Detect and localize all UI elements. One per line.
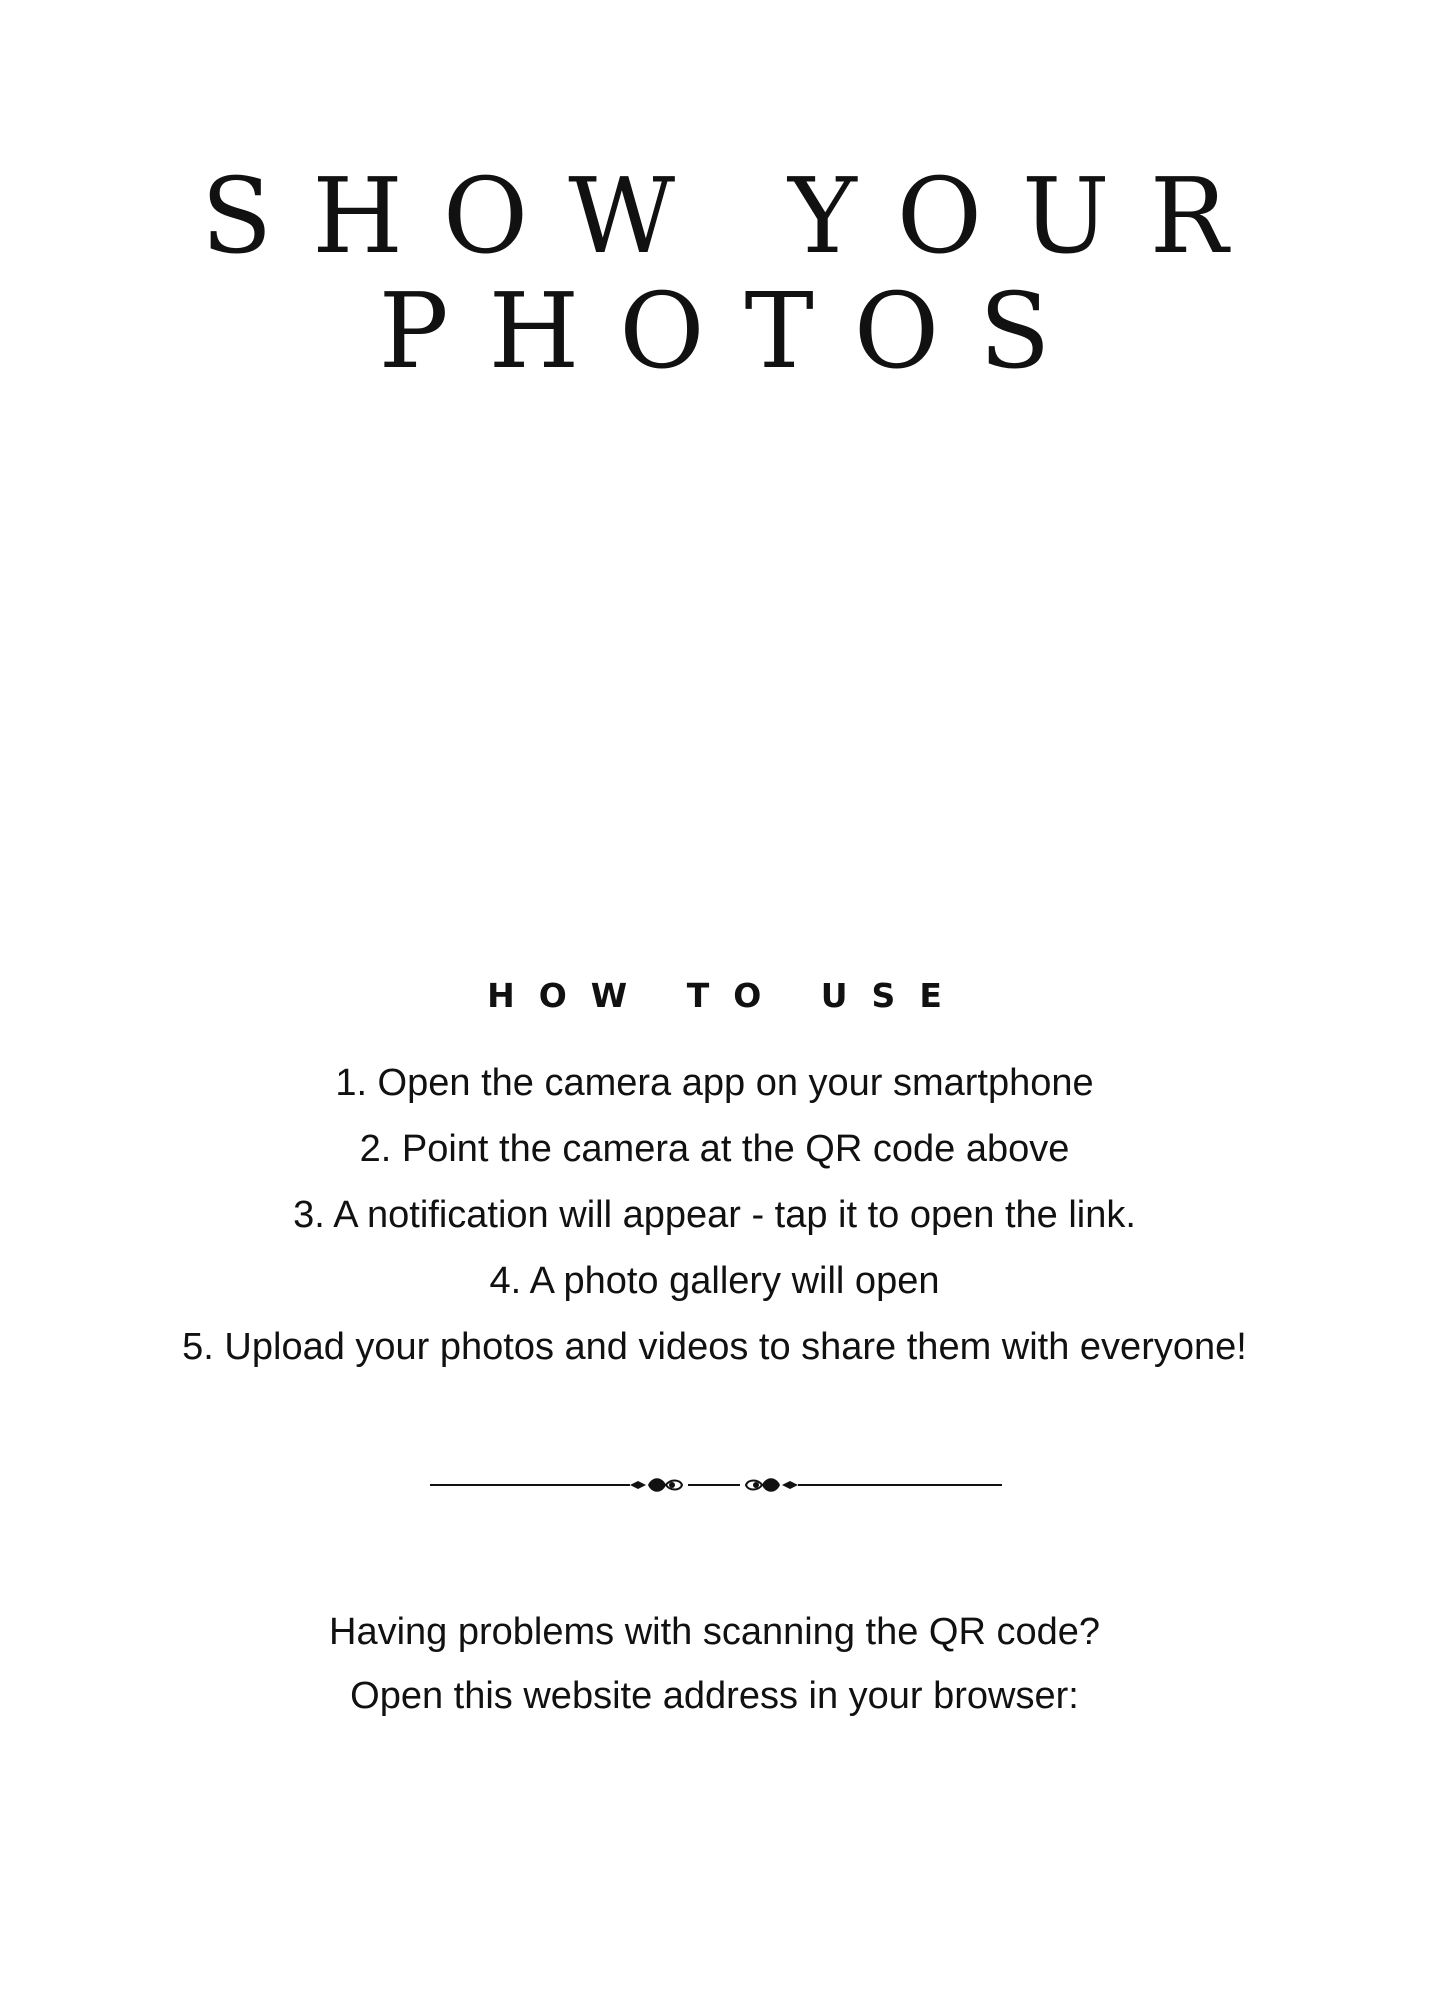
instruction-step-3: 3. A notification will appear - tap it t…	[293, 1194, 1136, 1236]
instruction-step-2: 2. Point the camera at the QR code above	[359, 1128, 1070, 1170]
title-line-2: PHOTOS	[378, 270, 1091, 392]
instruction-step-4: 4. A photo gallery will open	[489, 1260, 940, 1302]
instruction-list: 1. Open the camera app on your smartphon…	[0, 1050, 1429, 1380]
ornamental-divider-icon	[430, 1478, 1002, 1492]
help-text-line-2: Open this website address in your browse…	[350, 1675, 1079, 1717]
help-text-line-1: Having problems with scanning the QR cod…	[329, 1611, 1100, 1653]
how-to-use-heading: HOW TO USE	[487, 976, 966, 1015]
instruction-step-5: 5. Upload your photos and videos to shar…	[182, 1326, 1247, 1368]
help-section: Having problems with scanning the QR cod…	[0, 1600, 1429, 1728]
instruction-step-1: 1. Open the camera app on your smartphon…	[335, 1062, 1094, 1104]
title-line-1: SHOW YOUR	[200, 155, 1269, 277]
photo-share-card: SHOW YOUR PHOTOS HOW TO USE 1. Open the …	[0, 0, 1429, 2000]
